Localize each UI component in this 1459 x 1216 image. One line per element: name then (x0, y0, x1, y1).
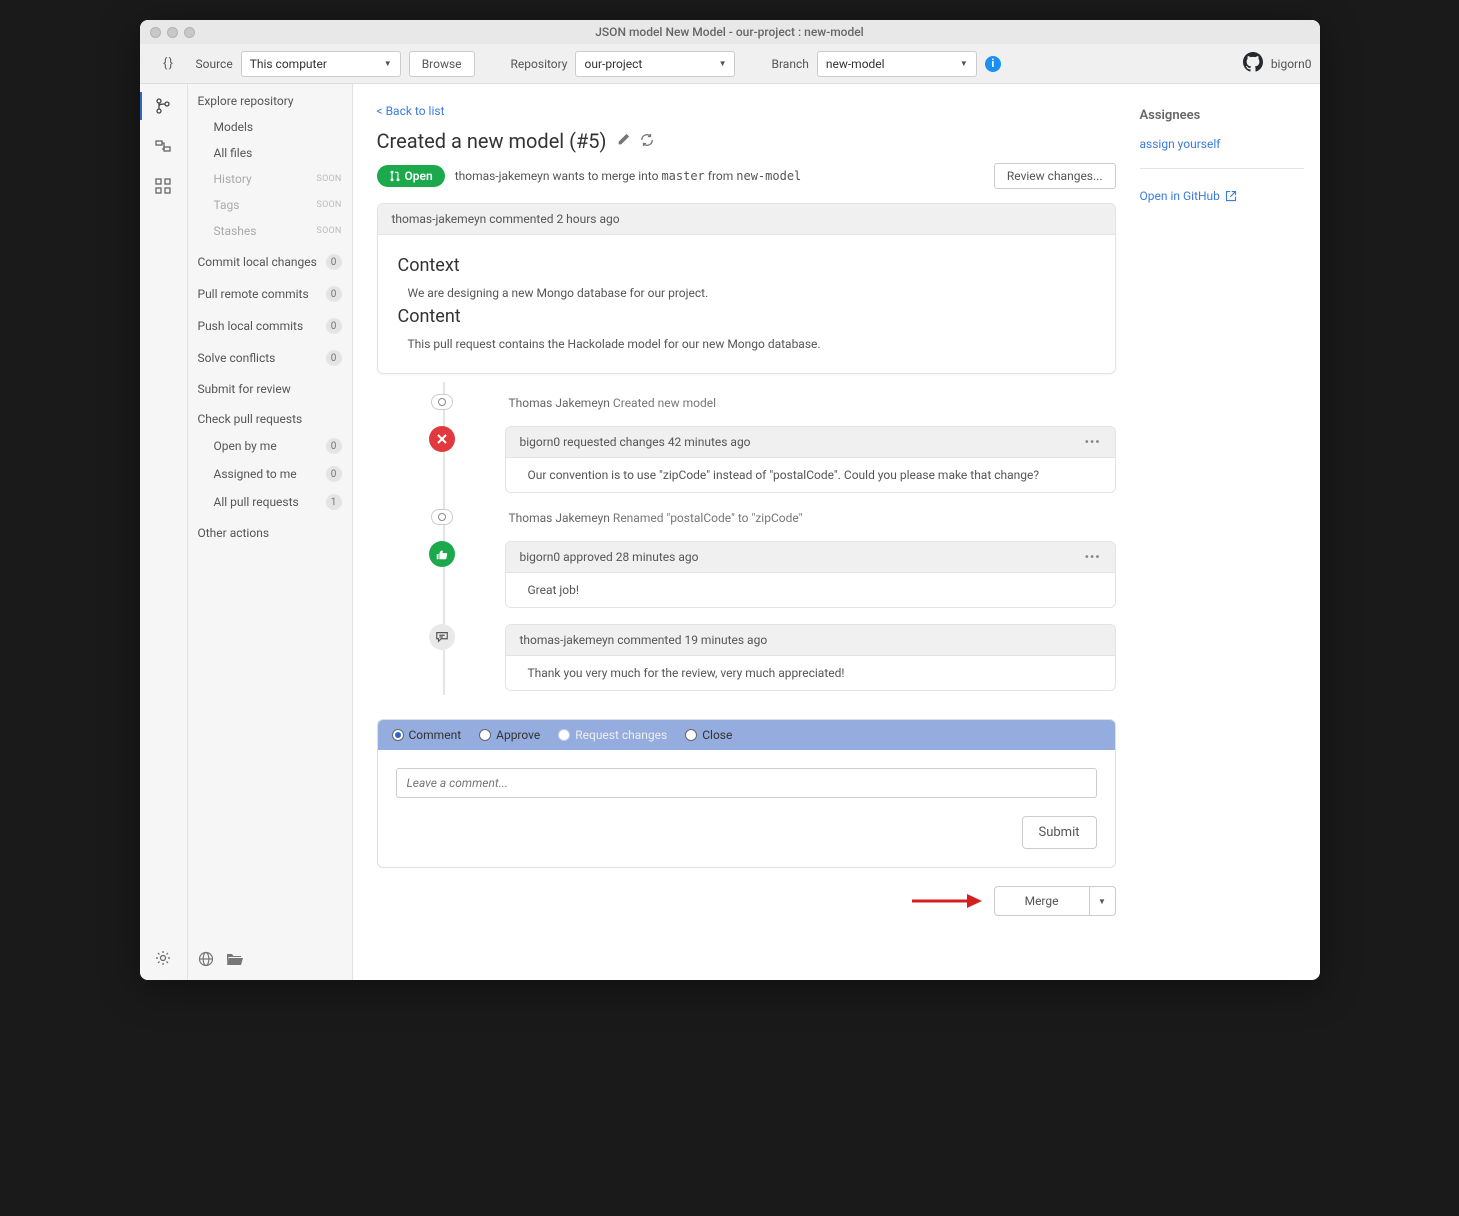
right-sidebar: Assignees assign yourself Open in GitHub (1140, 84, 1320, 980)
opt-approve[interactable]: Approve (479, 728, 540, 742)
branch-label: Branch (771, 57, 808, 71)
review-changes-button[interactable]: Review changes... (994, 163, 1116, 189)
tree-push[interactable]: Push local commits0 (188, 308, 352, 340)
action-tabs: Comment Approve Request changes Close (378, 720, 1115, 750)
folder-open-icon[interactable] (226, 951, 244, 970)
review-head: bigorn0 requested changes 42 minutes ago… (506, 427, 1115, 458)
assign-yourself-link[interactable]: assign yourself (1140, 137, 1221, 151)
rail-grid-icon[interactable] (147, 172, 179, 200)
repo-label: Repository (511, 57, 568, 71)
repo-tree: Explore repository Models All files Hist… (188, 84, 353, 980)
pr-title: Created a new model (#5) (377, 129, 607, 153)
chevron-down-icon: ▼ (384, 59, 392, 68)
tree-pr-all[interactable]: All pull requests1 (188, 488, 352, 516)
branch-select[interactable]: new-model▼ (817, 51, 977, 77)
assignees-title: Assignees (1140, 108, 1304, 133)
app-window: JSON model New Model - our-project : new… (140, 20, 1320, 980)
github-icon (1243, 52, 1263, 76)
tree-check-pr[interactable]: Check pull requests (188, 402, 352, 432)
left-rail (140, 84, 188, 980)
changes-requested-icon (429, 426, 455, 452)
tree-commit[interactable]: Commit local changes0 (188, 244, 352, 276)
desc-p-content: This pull request contains the Hackolade… (408, 337, 1095, 351)
tree-pull[interactable]: Pull remote commits0 (188, 276, 352, 308)
review-body: Great job! (506, 573, 1115, 607)
back-link[interactable]: < Back to list (377, 104, 445, 118)
commit-marker-icon (431, 509, 453, 525)
source-select[interactable]: This computer▼ (241, 51, 401, 77)
repo-select[interactable]: our-project▼ (575, 51, 735, 77)
opt-close[interactable]: Close (685, 728, 732, 742)
git-pr-icon (389, 170, 401, 182)
submit-button[interactable]: Submit (1022, 816, 1097, 849)
globe-icon[interactable] (198, 951, 214, 970)
review-body: Our convention is to use "zipCode" inste… (506, 458, 1115, 492)
tree-item-tags: TagsSOON (188, 192, 352, 218)
external-link-icon (1225, 190, 1237, 202)
rail-settings-icon[interactable] (147, 944, 179, 972)
action-panel: Comment Approve Request changes Close Su… (377, 719, 1116, 868)
status-open: Open (377, 165, 445, 187)
desc-h-context: Context (398, 255, 1095, 276)
tree-item-stashes: StashesSOON (188, 218, 352, 244)
rail-diagram-icon[interactable] (147, 132, 179, 160)
edit-icon[interactable] (616, 132, 630, 151)
tree-pr-mine[interactable]: Open by me0 (188, 432, 352, 460)
chevron-down-icon[interactable]: ▼ (1089, 887, 1115, 915)
more-icon[interactable]: ••• (1085, 550, 1101, 564)
info-icon[interactable]: i (985, 56, 1001, 72)
model-icon: { } (163, 56, 172, 71)
rail-git-icon[interactable] (147, 92, 179, 120)
review-card: bigorn0 approved 28 minutes ago••• Great… (505, 541, 1116, 608)
close-window-icon[interactable] (150, 27, 161, 38)
commit-line: Thomas Jakemeyn Created new model (509, 394, 717, 410)
browse-button[interactable]: Browse (409, 51, 475, 77)
source-label: Source (196, 57, 233, 71)
merge-button[interactable]: Merge ▼ (994, 886, 1116, 916)
tree-submit-review[interactable]: Submit for review (188, 372, 352, 402)
commit-marker-icon (431, 394, 453, 410)
more-icon[interactable]: ••• (1085, 435, 1101, 449)
merge-text: thomas-jakemeyn wants to merge into mast… (455, 169, 802, 183)
zoom-window-icon[interactable] (184, 27, 195, 38)
timeline: Thomas Jakemeyn Created new model bigorn… (377, 382, 1116, 695)
commit-line: Thomas Jakemeyn Renamed "postalCode" to … (509, 509, 803, 525)
approved-icon (429, 541, 455, 567)
review-head: bigorn0 approved 28 minutes ago••• (506, 542, 1115, 573)
user-block[interactable]: bigorn0 (1243, 52, 1312, 76)
comment-icon (429, 624, 455, 650)
window-title: JSON model New Model - our-project : new… (595, 25, 864, 39)
explore-header: Explore repository (188, 84, 352, 114)
chevron-down-icon: ▼ (960, 59, 968, 68)
desc-p-context: We are designing a new Mongo database fo… (408, 286, 1095, 300)
review-card: bigorn0 requested changes 42 minutes ago… (505, 426, 1116, 493)
open-github-link[interactable]: Open in GitHub (1140, 189, 1237, 203)
username: bigorn0 (1271, 57, 1312, 71)
opt-comment[interactable]: Comment (392, 728, 462, 742)
toolbar: { } Source This computer▼ Browse Reposit… (140, 44, 1320, 84)
tree-item-models[interactable]: Models (188, 114, 352, 140)
opt-request: Request changes (558, 728, 667, 742)
desc-head: thomas-jakemeyn commented 2 hours ago (378, 204, 1115, 235)
tree-item-allfiles[interactable]: All files (188, 140, 352, 166)
review-card: thomas-jakemeyn commented 19 minutes ago… (505, 624, 1116, 691)
arrow-icon (912, 892, 982, 910)
tree-pr-assigned[interactable]: Assigned to me0 (188, 460, 352, 488)
tree-item-history: HistorySOON (188, 166, 352, 192)
traffic-lights (150, 27, 195, 38)
tree-other[interactable]: Other actions (188, 516, 352, 546)
pr-content: < Back to list Created a new model (#5) … (353, 84, 1140, 980)
titlebar: JSON model New Model - our-project : new… (140, 20, 1320, 44)
tree-conflicts[interactable]: Solve conflicts0 (188, 340, 352, 372)
minimize-window-icon[interactable] (167, 27, 178, 38)
pr-description-card: thomas-jakemeyn commented 2 hours ago Co… (377, 203, 1116, 374)
comment-input[interactable] (396, 768, 1097, 798)
chevron-down-icon: ▼ (719, 59, 727, 68)
review-head: thomas-jakemeyn commented 19 minutes ago (506, 625, 1115, 656)
refresh-icon[interactable] (640, 132, 654, 151)
review-body: Thank you very much for the review, very… (506, 656, 1115, 690)
desc-h-content: Content (398, 306, 1095, 327)
